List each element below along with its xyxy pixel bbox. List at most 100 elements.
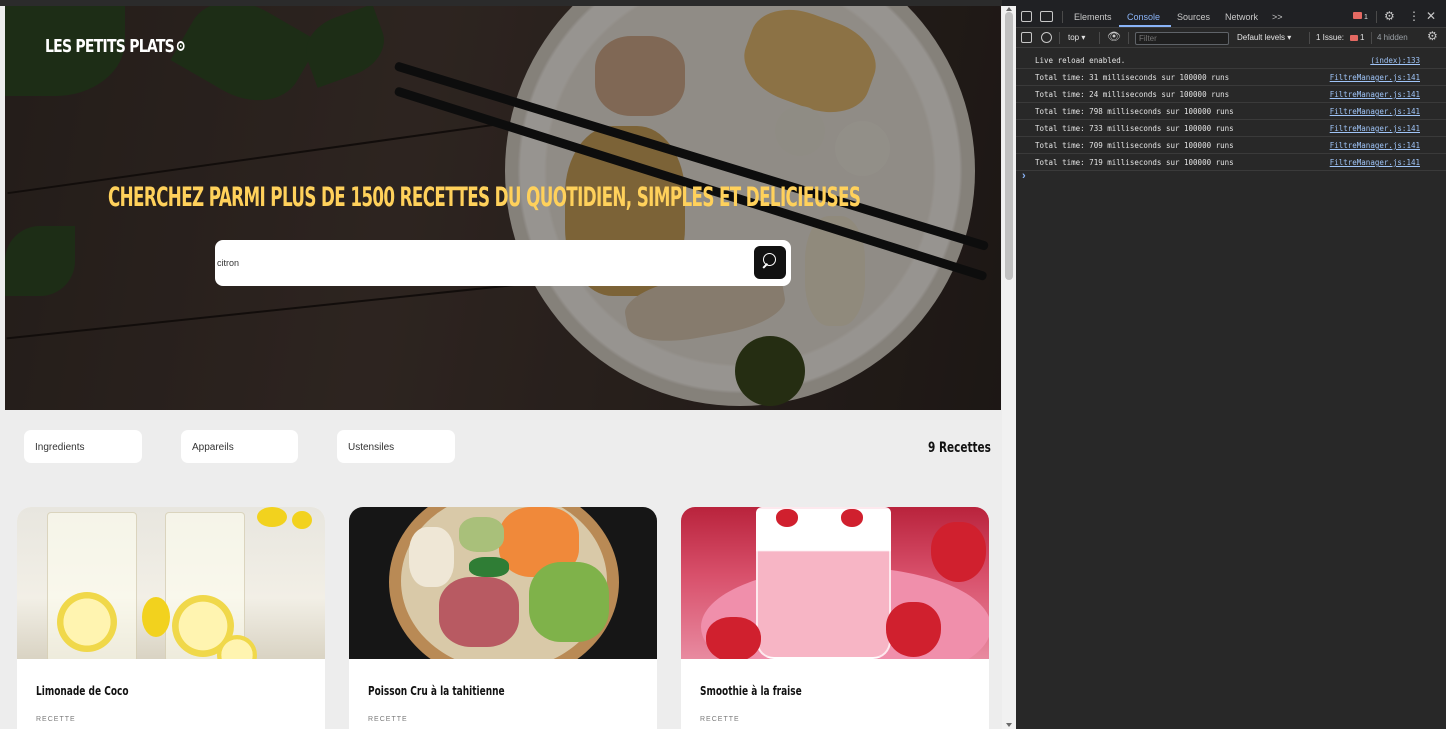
log-levels-dropdown[interactable]: Default levels ▾ (1237, 33, 1291, 42)
separator (1059, 32, 1060, 44)
console-message: Total time: 24 milliseconds sur 100000 r… (1016, 86, 1446, 103)
recipe-card[interactable]: Limonade de Coco RECETTE (17, 507, 325, 729)
logo-text: LES PETITS PLATS (45, 36, 175, 57)
issue-badge-icon (1350, 35, 1358, 41)
more-tabs-icon[interactable]: >> (1272, 12, 1283, 22)
log-source-link[interactable]: FiltreManager.js:141 (1330, 90, 1420, 99)
separator (1099, 32, 1100, 44)
log-text: Total time: 709 milliseconds sur 100000 … (1035, 141, 1234, 150)
log-text: Total time: 31 milliseconds sur 100000 r… (1035, 73, 1230, 82)
close-devtools-icon[interactable]: ✕ (1426, 9, 1436, 23)
recipe-card[interactable]: Poisson Cru à la tahitienne RECETTE (349, 507, 657, 729)
recipe-title: Poisson Cru à la tahitienne (368, 684, 505, 698)
smoothie-glass (756, 507, 891, 659)
recipe-title: Limonade de Coco (36, 684, 129, 698)
strawberry (776, 509, 798, 527)
flower (257, 507, 287, 527)
search-input[interactable] (217, 254, 737, 272)
browser-window: LES PETITS PLATS CHERCHEZ PARMI PLUS DE … (0, 0, 1446, 729)
search-button[interactable] (754, 246, 786, 279)
console-message: Total time: 709 milliseconds sur 100000 … (1016, 137, 1446, 154)
console-prompt-chevron-icon[interactable]: › (1022, 170, 1026, 182)
scrollbar-thumb[interactable] (1005, 12, 1013, 280)
recipe-card[interactable]: Smoothie à la fraise RECETTE (681, 507, 989, 729)
strawberry (706, 617, 761, 659)
separator (1128, 32, 1129, 44)
hero-headline: CHERCHEZ PARMI PLUS DE 1500 RECETTES DU … (108, 182, 861, 213)
lemon-slice (57, 592, 117, 652)
flower (142, 597, 170, 637)
log-text: Live reload enabled. (1035, 56, 1126, 65)
error-badge-icon[interactable] (1353, 12, 1362, 19)
log-text: Total time: 719 milliseconds sur 100000 … (1035, 158, 1234, 167)
scallions (469, 557, 509, 577)
console-message: Total time: 798 milliseconds sur 100000 … (1016, 103, 1446, 120)
website-viewport: LES PETITS PLATS CHERCHEZ PARMI PLUS DE … (0, 0, 1002, 729)
tuna (439, 577, 519, 647)
recipe-label: RECETTE (36, 716, 76, 723)
chicken (409, 527, 454, 587)
log-text: Total time: 798 milliseconds sur 100000 … (1035, 107, 1234, 116)
edamame (529, 562, 609, 642)
recipe-count: 9 Recettes (928, 440, 991, 456)
filter-appareils-dropdown[interactable]: Appareils (181, 430, 298, 463)
issues-label[interactable]: 1 Issue: (1316, 33, 1344, 42)
log-source-link[interactable]: (index):133 (1370, 56, 1420, 65)
scroll-down-icon[interactable] (1006, 723, 1012, 727)
recipe-image-poke-bowl (349, 507, 657, 659)
tab-sources[interactable]: Sources (1177, 12, 1210, 22)
recipe-title: Smoothie à la fraise (700, 684, 802, 698)
strawberry (931, 522, 986, 582)
settings-gear-icon[interactable]: ⚙ (1384, 9, 1395, 23)
separator (1309, 32, 1310, 44)
flower (292, 511, 312, 529)
page-scrollbar[interactable] (1002, 6, 1016, 729)
hidden-count: 4 hidden (1377, 33, 1408, 42)
recipe-image-smoothie (681, 507, 989, 659)
inspect-element-icon[interactable] (1021, 11, 1032, 22)
recipe-label: RECETTE (368, 716, 408, 723)
console-messages: Live reload enabled. (index):133 Total ti… (1016, 52, 1446, 171)
sidebar-toggle-icon[interactable] (1021, 32, 1032, 43)
console-message: Total time: 733 milliseconds sur 100000 … (1016, 120, 1446, 137)
devtools-tabbar: Elements Console Sources Network >> 1 ⚙ … (1016, 6, 1446, 28)
separator (1376, 11, 1377, 23)
tab-elements[interactable]: Elements (1074, 12, 1112, 22)
log-source-link[interactable]: FiltreManager.js:141 (1330, 124, 1420, 133)
log-text: Total time: 733 milliseconds sur 100000 … (1035, 124, 1234, 133)
console-settings-gear-icon[interactable]: ⚙ (1427, 29, 1438, 43)
filter-ingredients-dropdown[interactable]: Ingredients (24, 430, 142, 463)
recipe-label: RECETTE (700, 716, 740, 723)
console-toolbar: top ▾ 👁 Default levels ▾ 1 Issue: 1 4 hi… (1016, 28, 1446, 48)
console-message: Total time: 719 milliseconds sur 100000 … (1016, 154, 1446, 171)
devtools-panel: Elements Console Sources Network >> 1 ⚙ … (1016, 6, 1446, 729)
separator (1062, 11, 1063, 23)
issues-count[interactable]: 1 (1360, 33, 1364, 42)
log-text: Total time: 24 milliseconds sur 100000 r… (1035, 90, 1230, 99)
tab-console[interactable]: Console (1127, 12, 1160, 22)
log-source-link[interactable]: FiltreManager.js:141 (1330, 141, 1420, 150)
log-source-link[interactable]: FiltreManager.js:141 (1330, 107, 1420, 116)
avocado (459, 517, 504, 552)
filter-ustensiles-dropdown[interactable]: Ustensiles (337, 430, 455, 463)
strawberry (886, 602, 941, 657)
scroll-up-icon[interactable] (1006, 7, 1012, 11)
recipe-image-lemonade (17, 507, 325, 659)
clear-console-icon[interactable] (1041, 32, 1052, 43)
device-toolbar-icon[interactable] (1040, 11, 1053, 22)
console-message: Live reload enabled. (index):133 (1016, 52, 1446, 69)
live-expression-eye-icon[interactable]: 👁 (1107, 30, 1121, 43)
tab-network[interactable]: Network (1225, 12, 1258, 22)
context-selector[interactable]: top ▾ (1068, 33, 1085, 42)
log-source-link[interactable]: FiltreManager.js:141 (1330, 73, 1420, 82)
active-tab-indicator (1119, 25, 1171, 27)
site-logo[interactable]: LES PETITS PLATS (45, 36, 185, 57)
console-filter-input[interactable] (1135, 32, 1229, 45)
strawberry (841, 509, 863, 527)
log-source-link[interactable]: FiltreManager.js:141 (1330, 158, 1420, 167)
search-bar (215, 240, 791, 286)
kebab-menu-icon[interactable]: ⋮ (1408, 9, 1420, 23)
logo-circle-icon (177, 41, 185, 51)
separator (1371, 32, 1372, 44)
error-count[interactable]: 1 (1364, 14, 1368, 21)
